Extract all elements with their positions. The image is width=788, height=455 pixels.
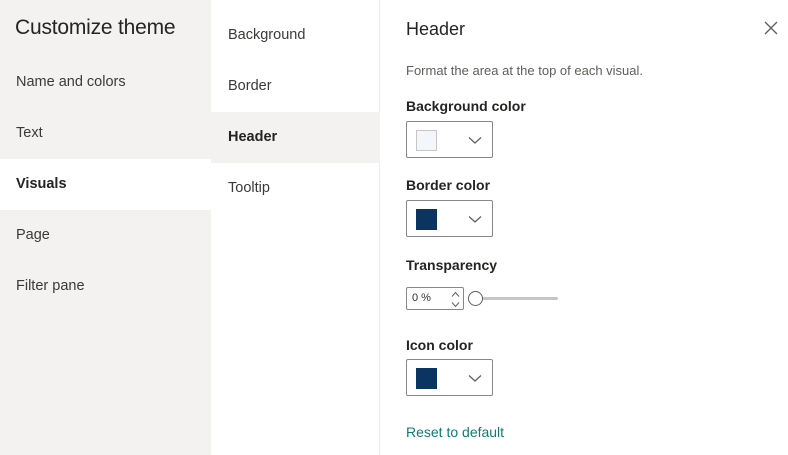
icon-color-picker[interactable]	[406, 359, 493, 396]
transparency-stepper[interactable]: 0 %	[406, 287, 464, 310]
subnav: Background Border Header Tooltip	[211, 0, 380, 455]
border-color-label: Border color	[406, 177, 491, 193]
page-title: Customize theme	[15, 16, 176, 39]
sidebar-item-visuals[interactable]: Visuals	[0, 159, 211, 210]
header-settings-panel: Header Format the area at the top of eac…	[381, 0, 788, 455]
icon-color-label: Icon color	[406, 337, 473, 353]
chevron-down-icon	[468, 137, 482, 144]
close-icon[interactable]	[761, 18, 781, 38]
sidebar: Customize theme Name and colors Text Vis…	[0, 0, 211, 455]
reset-to-default-link[interactable]: Reset to default	[406, 424, 504, 440]
slider-thumb[interactable]	[468, 291, 483, 306]
slider-track	[476, 297, 558, 300]
subnav-item-tooltip[interactable]: Tooltip	[211, 163, 380, 214]
border-color-swatch	[416, 209, 437, 230]
chevron-up-icon[interactable]	[450, 290, 461, 299]
chevron-down-icon[interactable]	[450, 300, 461, 309]
chevron-down-icon	[468, 216, 482, 223]
icon-color-swatch	[416, 368, 437, 389]
background-color-swatch	[416, 130, 437, 151]
sidebar-item-filter-pane[interactable]: Filter pane	[0, 261, 211, 312]
subnav-item-background[interactable]: Background	[211, 10, 380, 61]
subnav-item-border[interactable]: Border	[211, 61, 380, 112]
transparency-value: 0 %	[412, 292, 431, 304]
sidebar-item-name-and-colors[interactable]: Name and colors	[0, 57, 211, 108]
panel-title: Header	[406, 19, 466, 39]
transparency-label: Transparency	[406, 257, 498, 273]
subnav-item-header[interactable]: Header	[211, 112, 380, 163]
sidebar-item-page[interactable]: Page	[0, 210, 211, 261]
background-color-picker[interactable]	[406, 121, 493, 158]
sidebar-item-text[interactable]: Text	[0, 108, 211, 159]
border-color-picker[interactable]	[406, 200, 493, 237]
background-color-label: Background color	[406, 98, 526, 114]
panel-description: Format the area at the top of each visua…	[406, 63, 644, 78]
transparency-slider[interactable]	[468, 290, 558, 308]
chevron-down-icon	[468, 375, 482, 382]
